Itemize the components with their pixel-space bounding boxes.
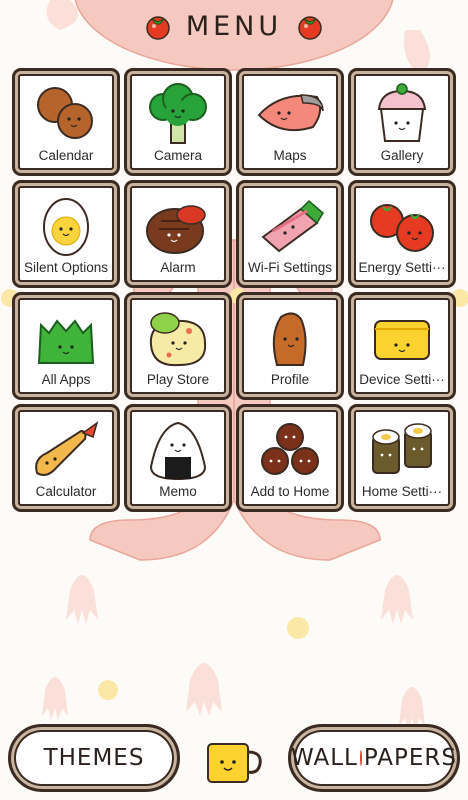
app-tile-play-store[interactable]: Play Store	[124, 292, 232, 400]
wallpapers-button[interactable]: WALL PAPERS	[288, 724, 460, 792]
broccoli-icon	[149, 83, 207, 144]
app-label: All Apps	[41, 372, 91, 387]
app-tile-wifi-settings[interactable]: Wi-Fi Settings	[236, 180, 344, 288]
tomato-icon	[298, 16, 322, 40]
app-tile-add-to-home[interactable]: Add to Home	[236, 404, 344, 512]
app-grid: Calendar Camera Maps Gallery Silent Opti…	[12, 68, 458, 512]
wallpapers-button-label-papers: PAPERS	[363, 745, 457, 771]
app-label: Camera	[153, 148, 202, 163]
tamagoyaki-icon	[374, 320, 430, 360]
app-label: Home Setti···	[361, 484, 443, 499]
sushi-roll-icon	[372, 423, 432, 474]
egg-icon	[43, 198, 89, 256]
app-tile-device-settings[interactable]: Device Setti···	[348, 292, 456, 400]
meatball-trio-icon	[261, 423, 319, 475]
app-label: Silent Options	[23, 260, 109, 275]
app-tile-silent-options[interactable]: Silent Options	[12, 180, 120, 288]
cupcake-icon	[377, 83, 427, 142]
app-tile-camera[interactable]: Camera	[124, 68, 232, 176]
cherry-tomatoes-icon	[370, 204, 434, 252]
bacon-roll-icon	[261, 199, 324, 253]
app-tile-home-settings[interactable]: Home Setti···	[348, 404, 456, 512]
app-tile-gallery[interactable]: Gallery	[348, 68, 456, 176]
header: MENU	[0, 0, 468, 52]
app-label: Profile	[270, 372, 310, 387]
app-tile-all-apps[interactable]: All Apps	[12, 292, 120, 400]
wallpapers-button-label-wall: WALL	[291, 745, 358, 771]
fried-shrimp-icon	[35, 421, 99, 476]
app-tile-calculator[interactable]: Calculator	[12, 404, 120, 512]
themes-button-label: THEMES	[43, 745, 145, 771]
onigiri-icon	[149, 421, 207, 481]
app-tile-calendar[interactable]: Calendar	[12, 68, 120, 176]
app-label: Wi-Fi Settings	[247, 260, 332, 275]
app-tile-energy-settings[interactable]: Energy Setti···	[348, 180, 456, 288]
app-label: Calculator	[35, 484, 97, 499]
croquette-icon	[272, 312, 307, 366]
app-tile-memo[interactable]: Memo	[124, 404, 232, 512]
mug-icon	[207, 743, 262, 783]
app-label: Gallery	[380, 148, 424, 163]
page-title: MENU	[185, 10, 283, 42]
themes-button[interactable]: THEMES	[8, 724, 180, 792]
meatballs-icon	[37, 87, 93, 139]
salmon-icon	[257, 94, 324, 131]
app-label: Device Setti···	[359, 372, 445, 387]
app-label: Memo	[159, 484, 197, 499]
app-tile-alarm[interactable]: Alarm	[124, 180, 232, 288]
app-label: Energy Setti···	[358, 260, 446, 275]
lettuce-icon	[37, 319, 95, 364]
app-label: Play Store	[146, 372, 210, 387]
app-label: Maps	[273, 148, 307, 163]
app-label: Alarm	[160, 260, 196, 275]
tomato-icon	[146, 16, 170, 40]
app-tile-profile[interactable]: Profile	[236, 292, 344, 400]
potato-salad-icon	[149, 312, 207, 367]
app-tile-maps[interactable]: Maps	[236, 68, 344, 176]
app-label: Add to Home	[250, 484, 330, 499]
hamburg-steak-icon	[146, 205, 206, 254]
app-label: Calendar	[38, 148, 94, 163]
tomato-dot-icon	[359, 750, 362, 766]
